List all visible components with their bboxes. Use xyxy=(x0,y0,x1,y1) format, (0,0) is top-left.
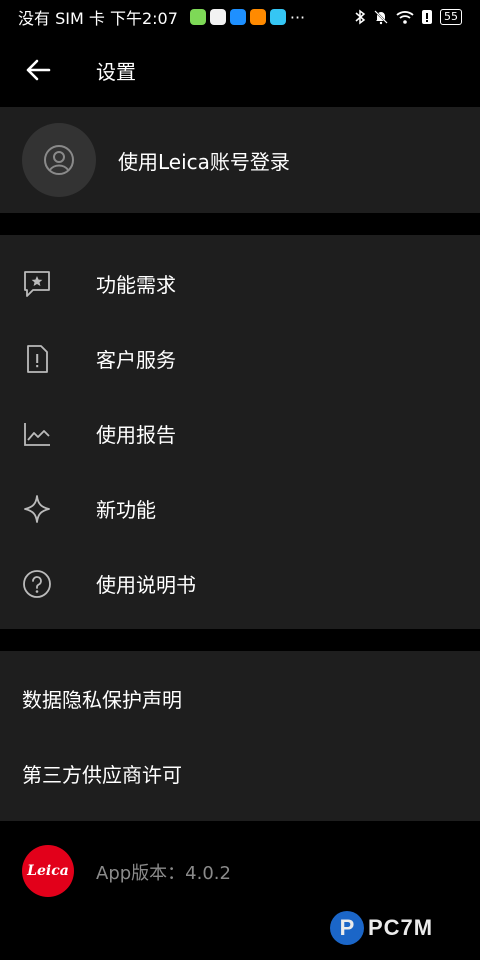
alert-icon xyxy=(422,10,432,24)
mute-bell-icon xyxy=(374,10,388,25)
app-notification-icon xyxy=(189,9,206,25)
watermark-p-icon: P xyxy=(330,911,364,945)
status-text: 没有 SIM 卡 下午2:07 xyxy=(18,9,178,28)
watermark-text: PC7M xyxy=(368,915,434,940)
app-notification-icon xyxy=(269,9,286,25)
app-notification-icon xyxy=(249,9,266,25)
status-right: 55 xyxy=(354,9,462,25)
arrow-left-icon xyxy=(26,59,51,81)
avatar xyxy=(22,123,96,197)
sparkle-icon xyxy=(22,494,52,524)
menu-item-customer-service[interactable]: 客户服务 xyxy=(0,321,480,396)
menu-item-user-manual[interactable]: 使用说明书 xyxy=(0,546,480,621)
privacy-statement-link[interactable]: 数据隐私保护声明 xyxy=(0,661,480,736)
app-version: App版本：4.0.2 xyxy=(96,863,231,884)
third-party-licenses-link[interactable]: 第三方供应商许可 xyxy=(0,736,480,811)
menu-item-label: 客户服务 xyxy=(96,348,176,372)
status-bar: 没有 SIM 卡 下午2:07 ··· 55 xyxy=(0,0,480,34)
menu-item-label: 新功能 xyxy=(96,498,156,522)
app-notification-icon xyxy=(209,9,226,25)
user-icon xyxy=(44,145,74,175)
legal-list: 数据隐私保护声明 第三方供应商许可 xyxy=(0,651,480,821)
notification-icons: ··· xyxy=(189,7,306,27)
document-alert-icon xyxy=(22,344,52,374)
wifi-icon xyxy=(396,11,414,24)
menu-item-new-features[interactable]: 新功能 xyxy=(0,471,480,546)
login-with-leica-account[interactable]: 使用Leica账号登录 xyxy=(0,107,480,213)
help-circle-icon xyxy=(22,569,52,599)
feedback-star-icon xyxy=(22,269,52,299)
legal-item-label: 数据隐私保护声明 xyxy=(22,688,182,712)
page-title: 设置 xyxy=(96,59,136,84)
menu-item-feature-request[interactable]: 功能需求 xyxy=(0,246,480,321)
battery-level: 55 xyxy=(440,9,462,25)
status-left: 没有 SIM 卡 下午2:07 ··· xyxy=(18,5,305,29)
more-notifications-icon: ··· xyxy=(289,7,306,27)
app-notification-icon xyxy=(229,9,246,25)
bluetooth-icon xyxy=(355,9,366,25)
menu-list: 功能需求 客户服务 使用报告 新功能 使用说明书 xyxy=(0,235,480,629)
account-login-label: 使用Leica账号登录 xyxy=(118,149,290,174)
menu-item-label: 使用报告 xyxy=(96,423,176,447)
menu-item-label: 使用说明书 xyxy=(96,573,196,597)
menu-item-usage-report[interactable]: 使用报告 xyxy=(0,396,480,471)
back-button[interactable] xyxy=(8,40,68,100)
legal-item-label: 第三方供应商许可 xyxy=(22,763,182,787)
watermark-logo: P PC7M xyxy=(330,906,470,950)
line-chart-icon xyxy=(22,419,52,449)
menu-item-label: 功能需求 xyxy=(96,273,176,297)
leica-logo: Leica xyxy=(22,845,74,897)
app-bar: 设置 xyxy=(0,34,480,106)
